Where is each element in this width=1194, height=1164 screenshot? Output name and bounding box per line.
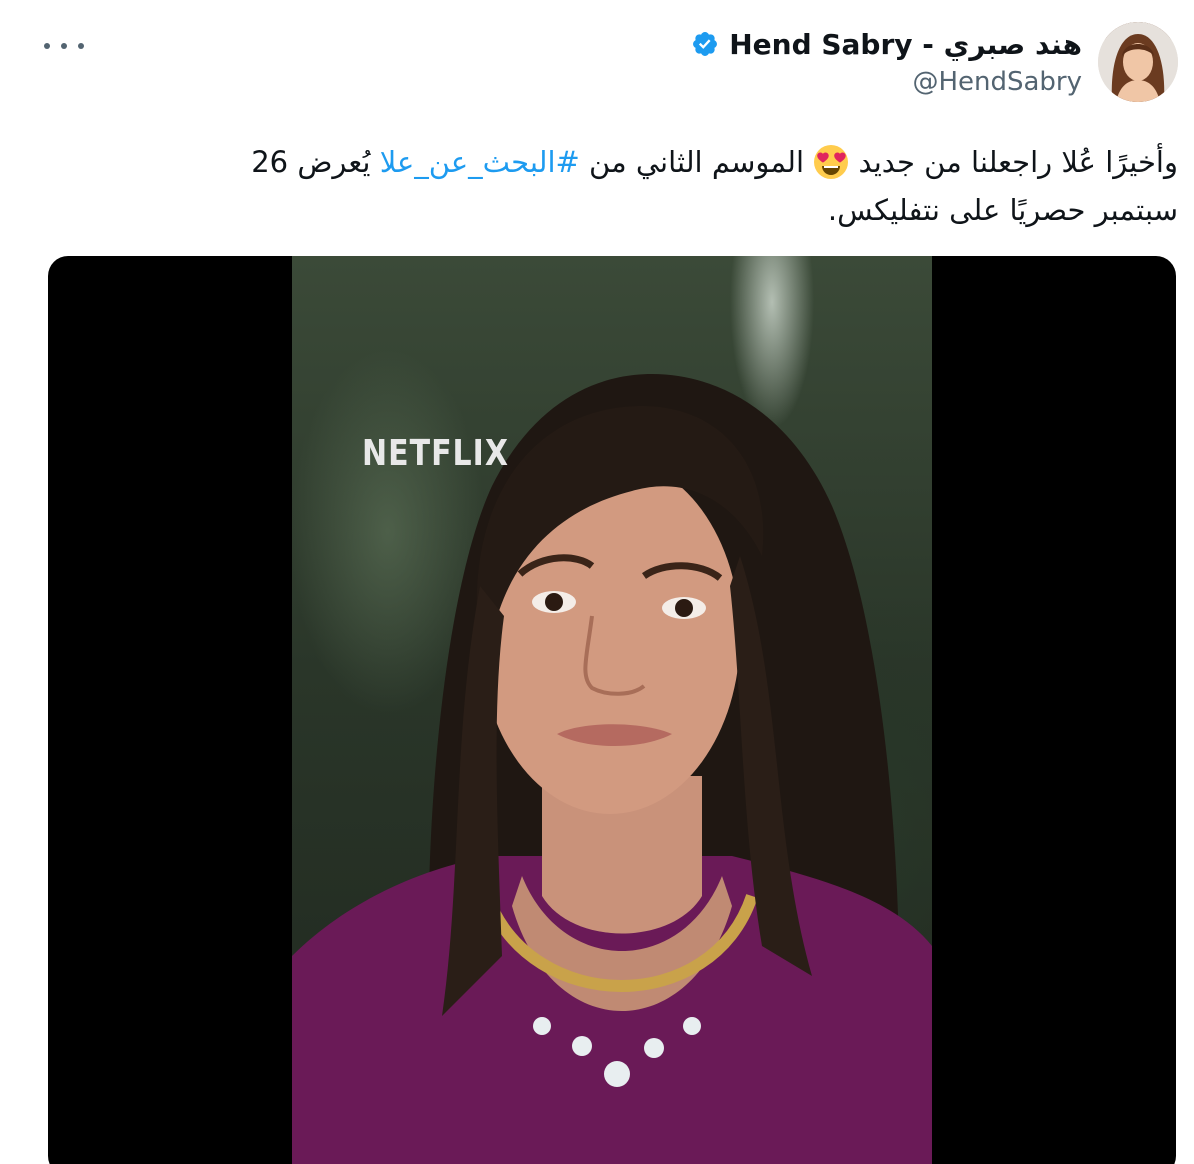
more-dot <box>78 43 84 49</box>
display-name[interactable]: Hend Sabry - هند صبري <box>729 28 1082 61</box>
tweet-text-segment: الموسم الثاني من <box>589 145 805 179</box>
user-handle[interactable]: @HendSabry <box>912 67 1082 97</box>
video-still-image <box>292 374 932 1164</box>
more-options-icon[interactable] <box>44 36 84 56</box>
more-dot <box>44 43 50 49</box>
avatar-image <box>1098 22 1178 102</box>
tweet-text: وأخيرًا عُلا راجعلنا من جديد الموسم الثا… <box>88 138 1178 234</box>
video-player[interactable]: NETFLIX <box>48 256 1176 1164</box>
tweet-text-segment: يُعرض 26 <box>251 145 371 179</box>
more-dot <box>61 43 67 49</box>
tweet-text-segment: وأخيرًا عُلا راجعلنا من جديد <box>858 145 1179 179</box>
hashtag-link[interactable]: #البحث_عن_علا <box>380 145 580 179</box>
verified-badge-icon <box>693 32 718 56</box>
tweet-text-segment: سبتمبر حصريًا على نتفليكس. <box>827 193 1178 227</box>
heart-eyes-emoji-icon <box>814 145 849 179</box>
netflix-logo: NETFLIX <box>362 432 509 475</box>
display-name-row[interactable]: Hend Sabry - هند صبري <box>691 28 1082 61</box>
avatar[interactable] <box>1098 22 1178 102</box>
author-names: Hend Sabry - هند صبري @HendSabry <box>691 28 1082 97</box>
video-frame: NETFLIX <box>292 256 932 1164</box>
tweet-header: Hend Sabry - هند صبري @HendSabry <box>691 22 1178 102</box>
tweet-card[interactable]: Hend Sabry - هند صبري @HendSabry وأخيرًا… <box>0 0 1194 1164</box>
